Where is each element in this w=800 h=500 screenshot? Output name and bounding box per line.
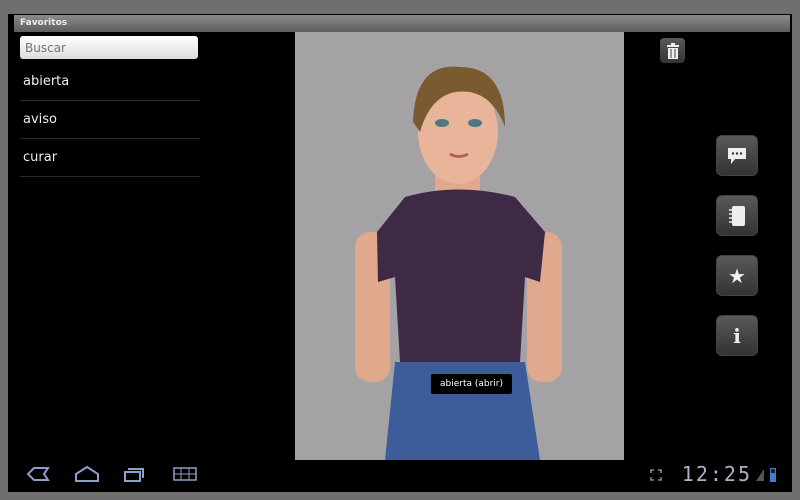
chat-icon bbox=[728, 147, 746, 164]
info-icon: i bbox=[733, 323, 741, 348]
back-icon[interactable] bbox=[26, 466, 50, 482]
trash-icon bbox=[666, 42, 679, 59]
delete-button[interactable] bbox=[660, 38, 685, 63]
clock: 12:25 bbox=[681, 462, 752, 486]
recent-apps-icon[interactable] bbox=[123, 466, 145, 482]
search-input[interactable] bbox=[20, 36, 198, 59]
notebook-button[interactable] bbox=[716, 195, 758, 236]
notebook-icon bbox=[729, 205, 745, 226]
list-item[interactable]: aviso bbox=[20, 101, 200, 139]
menu-grid-icon[interactable] bbox=[173, 466, 197, 482]
title-bar: Favoritos bbox=[14, 15, 790, 32]
list-item[interactable]: curar bbox=[20, 139, 200, 177]
star-icon: ★ bbox=[728, 263, 746, 288]
selected-word-caption: abierta (abrir) bbox=[431, 374, 513, 394]
avatar-viewport[interactable]: abierta (abrir) bbox=[295, 32, 624, 460]
home-icon[interactable] bbox=[74, 466, 100, 482]
avatar-figure bbox=[355, 66, 562, 460]
chat-button[interactable] bbox=[716, 135, 758, 176]
system-nav-bar: 12:25 bbox=[8, 460, 792, 492]
signal-battery-icon bbox=[756, 468, 776, 482]
fullscreen-icon[interactable] bbox=[650, 469, 662, 481]
favorite-button[interactable]: ★ bbox=[716, 255, 758, 296]
list-item[interactable]: abierta bbox=[20, 63, 200, 101]
app-screen: Favoritos abierta aviso curar abierta (a… bbox=[8, 14, 792, 492]
info-button[interactable]: i bbox=[716, 315, 758, 356]
